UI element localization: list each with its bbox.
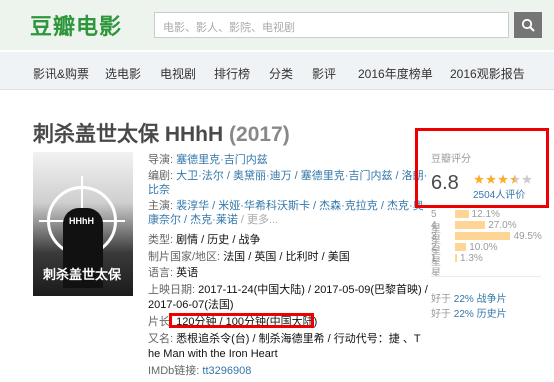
movie-title-text: 刺杀盖世太保 HHhH [33,123,224,146]
info-cast-cont: 康奈尔 / 杰克·莱诺 / 更多... [148,213,278,227]
imdb-link[interactable]: tt3296908 [202,365,251,377]
cast-label: 主演: [148,200,174,212]
nav-item-annual-list[interactable]: 2016年度榜单 [358,65,433,82]
writer-links[interactable]: 大卫·法尔 / 奥黛丽·迪万 / 塞德里克·吉门内兹 / 洛朗· [176,170,427,182]
genre-value: 剧情 / 历史 / 战争 [176,234,261,246]
rating-label: 豆瓣评分 [431,154,471,165]
director-link[interactable]: 塞德里克·吉门内兹 [176,154,268,166]
rating-bar [455,243,467,251]
info-cast: 主演: 裴淳华 / 米娅·华希科沃斯卡 / 杰森·克拉克 / 杰克·奥 [148,199,424,213]
better-war-link[interactable]: 22% 战争片 [454,294,507,305]
genre-label: 类型: [148,234,174,246]
info-director: 导演: 塞德里克·吉门内兹 [148,153,268,167]
rating-star-3 [498,174,508,184]
release-value: 2017-11-24(中国大陆) / 2017-05-09(巴黎首映) / [198,284,428,296]
rating-bar [455,232,511,240]
info-release-cont: 2017-06-07(法国) [148,298,234,312]
language-value: 英语 [176,267,199,279]
nav-item-reviews[interactable]: 影评 [312,65,336,82]
aka-value-cont: he Man with the Iron Heart [148,348,278,360]
nav-item-annual-report[interactable]: 2016观影报告 [450,65,525,82]
movie-poster[interactable]: HHhH 刺杀盖世太保 [33,152,133,296]
cast-links-cont[interactable]: 康奈尔 / 杰克·莱诺 [148,214,238,226]
cast-links[interactable]: 裴淳华 / 米娅·华希科沃斯卡 / 杰森·克拉克 / 杰克·奥 [176,200,424,212]
aka-label: 又名: [148,333,174,345]
better-than-history: 好于 22% 历史片 [431,305,507,320]
better-prefix: 好于 [431,294,451,305]
better-history-link[interactable]: 22% 历史片 [454,309,507,320]
rating-count-link[interactable]: 2504人评价 [473,186,525,201]
rating-star-5 [522,174,532,184]
nav-item-charts[interactable]: 排行榜 [214,65,250,82]
language-label: 语言: [148,267,174,279]
better-prefix: 好于 [431,309,451,320]
rating-stars-icon [474,174,532,184]
info-release: 上映日期: 2017-11-24(中国大陆) / 2017-05-09(巴黎首映… [148,283,428,297]
rating-divider [431,276,541,277]
runtime-highlight-box [169,313,314,328]
country-value: 法国 / 英国 / 比利时 / 美国 [223,251,350,263]
rating-bar-percent: 49.5% [513,231,542,242]
info-writer: 编剧: 大卫·法尔 / 奥黛丽·迪万 / 塞德里克·吉门内兹 / 洛朗· [148,169,427,183]
search-icon [521,18,535,32]
cast-more-link[interactable]: / 更多... [241,214,278,226]
nav-item-explore[interactable]: 选电影 [105,65,141,82]
aka-value: 悉根追杀令(台) / 制杀海德里希 / 行动代号：捷 、T [176,333,421,345]
rating-bar-percent: 12.1% [471,209,500,220]
director-label: 导演: [148,154,174,166]
movie-year: (2017) [229,123,290,146]
search-input[interactable]: 电影、影人、影院、电视剧 [154,12,509,38]
rating-star-1 [474,174,484,184]
rating-bar [455,254,457,262]
writer-label: 编剧: [148,170,174,182]
country-label: 制片国家/地区: [148,251,221,263]
info-aka: 又名: 悉根追杀令(台) / 制杀海德里希 / 行动代号：捷 、T [148,332,421,346]
better-than-war: 好于 22% 战争片 [431,290,507,305]
rating-star-4 [510,174,520,184]
nav-item-categories[interactable]: 分类 [269,65,293,82]
main-nav: 影讯&购票 选电影 电视剧 排行榜 分类 影评 2016年度榜单 2016观影报… [0,52,554,90]
info-writer-cont: 比奈 [148,183,170,197]
rating-bar-percent: 1.3% [460,253,483,264]
poster-title: 刺杀盖世太保 [43,267,122,282]
rating-star-2 [486,174,496,184]
info-country: 制片国家/地区: 法国 / 英国 / 比利时 / 美国 [148,250,350,264]
info-language: 语言: 英语 [148,266,198,280]
poster-mark: HHhH [69,216,94,226]
rating-bar-percent: 10.0% [469,242,498,253]
nav-item-tickets[interactable]: 影讯&购票 [33,65,89,82]
nav-item-tv[interactable]: 电视剧 [160,65,196,82]
movie-title: 刺杀盖世太保 HHhH (2017) [33,118,290,148]
rating-bar [455,210,469,218]
info-imdb: IMDb链接: tt3296908 [148,364,251,378]
rating-bar [455,221,486,229]
release-label: 上映日期: [148,284,196,296]
info-genre: 类型: 剧情 / 历史 / 战争 [148,233,260,247]
imdb-label: IMDb链接: [148,365,200,377]
release-value-cont: 2017-06-07(法国) [148,299,234,311]
site-logo[interactable]: 豆瓣电影 [30,9,122,41]
info-aka-cont: he Man with the Iron Heart [148,347,278,361]
header-bar: 豆瓣电影 电影、影人、影院、电视剧 [0,0,554,50]
search-button[interactable] [514,12,542,38]
rating-score: 6.8 [431,172,459,194]
rating-bar-percent: 27.0% [488,220,517,231]
writer-link-cont[interactable]: 比奈 [148,184,170,196]
